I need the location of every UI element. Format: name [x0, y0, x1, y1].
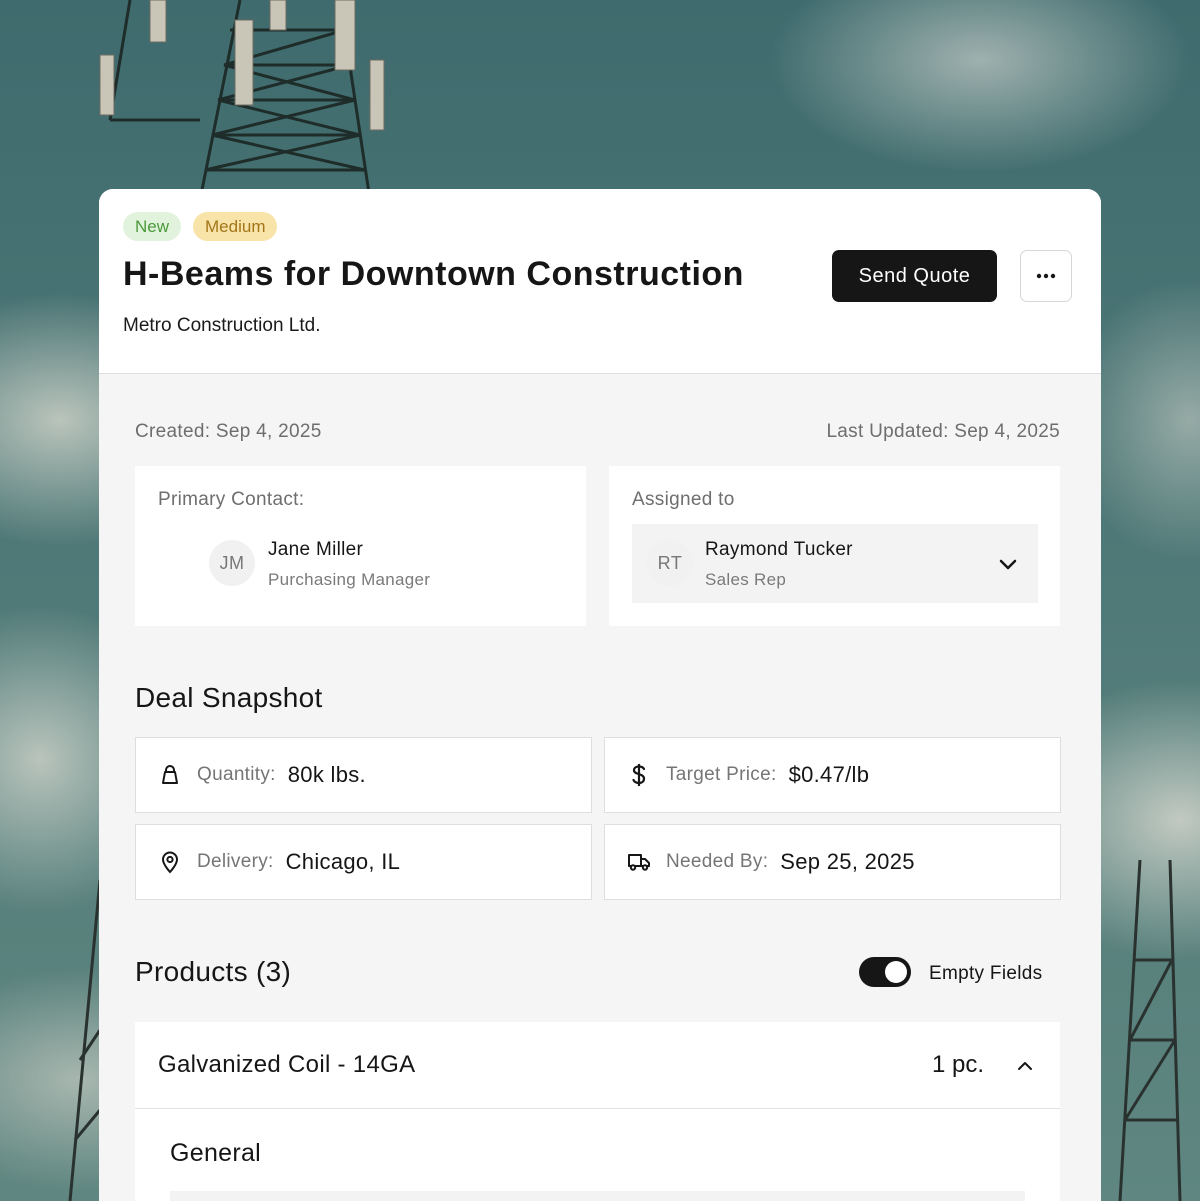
priority-badge: Medium	[193, 212, 278, 241]
avatar-initials: JM	[219, 552, 245, 573]
created-date: Created: Sep 4, 2025	[135, 421, 322, 442]
page-title: H-Beams for Downtown Construction	[123, 255, 744, 293]
quantity-label: Quantity:	[197, 764, 276, 785]
general-section-title: General	[170, 1139, 262, 1167]
avatar: JM	[209, 540, 255, 586]
truck-icon	[627, 850, 651, 874]
deal-card: New Medium H-Beams for Downtown Construc…	[99, 189, 1101, 1201]
assigned-to-label: Assigned to	[632, 489, 735, 510]
product-row[interactable]: Galvanized Coil - 14GA 1 pc.	[135, 1022, 1060, 1109]
delivery-label: Delivery:	[197, 851, 274, 872]
product-quantity: 1 pc.	[932, 1051, 985, 1078]
needed-by-card: Needed By: Sep 25, 2025	[604, 824, 1061, 900]
bag-icon	[158, 763, 182, 787]
product-name: Galvanized Coil - 14GA	[158, 1051, 416, 1078]
avatar-initials: RT	[657, 552, 683, 573]
company-name: Metro Construction Ltd.	[123, 315, 321, 336]
badge-group: New Medium	[123, 212, 278, 241]
products-title: Products (3)	[135, 956, 292, 987]
deal-dates: Created: Sep 4, 2025 Last Updated: Sep 4…	[135, 421, 1060, 443]
dollar-icon	[627, 763, 651, 787]
quantity-value: 80k lbs.	[287, 762, 366, 787]
chevron-up-icon[interactable]	[1015, 1056, 1035, 1076]
general-field[interactable]	[170, 1191, 1025, 1201]
empty-fields-label: Empty Fields	[929, 963, 1043, 984]
quantity-card: Quantity: 80k lbs.	[135, 737, 592, 813]
needed-by-value: Sep 25, 2025	[780, 849, 915, 874]
delivery-value: Chicago, IL	[285, 849, 401, 874]
chevron-down-icon	[999, 559, 1017, 570]
product-details: General	[135, 1109, 1060, 1201]
location-pin-icon	[158, 850, 182, 874]
assignee-name: Raymond Tucker	[705, 539, 853, 560]
status-badge: New	[123, 212, 182, 241]
empty-fields-toggle[interactable]	[859, 957, 911, 987]
deal-header: New Medium H-Beams for Downtown Construc…	[99, 189, 1101, 374]
target-price-value: $0.47/lb	[788, 762, 870, 787]
deal-snapshot-title: Deal Snapshot	[135, 682, 323, 713]
toggle-knob	[885, 961, 907, 983]
contact-name[interactable]: Jane Miller	[268, 539, 363, 561]
contact-role: Purchasing Manager	[268, 570, 431, 589]
assigned-to-panel: Assigned to RT Raymond Tucker Sales Rep	[609, 466, 1060, 626]
needed-by-label: Needed By:	[666, 851, 769, 872]
target-price-label: Target Price:	[666, 764, 777, 785]
delivery-card: Delivery: Chicago, IL	[135, 824, 592, 900]
cell-tower-image	[99, 0, 385, 200]
updated-date: Last Updated: Sep 4, 2025	[826, 421, 1060, 442]
cell-tower-image	[1118, 860, 1182, 1201]
send-quote-button[interactable]: Send Quote	[832, 250, 997, 302]
avatar: RT	[647, 540, 693, 586]
primary-contact-panel: Primary Contact: JM Jane Miller Purchasi…	[135, 466, 586, 626]
more-horizontal-icon	[1036, 273, 1056, 279]
target-price-card: Target Price: $0.47/lb	[604, 737, 1061, 813]
assignee-role: Sales Rep	[705, 570, 787, 589]
more-options-button[interactable]	[1020, 250, 1072, 302]
primary-contact-label: Primary Contact:	[158, 489, 305, 510]
assignee-select[interactable]: RT Raymond Tucker Sales Rep	[632, 524, 1038, 603]
